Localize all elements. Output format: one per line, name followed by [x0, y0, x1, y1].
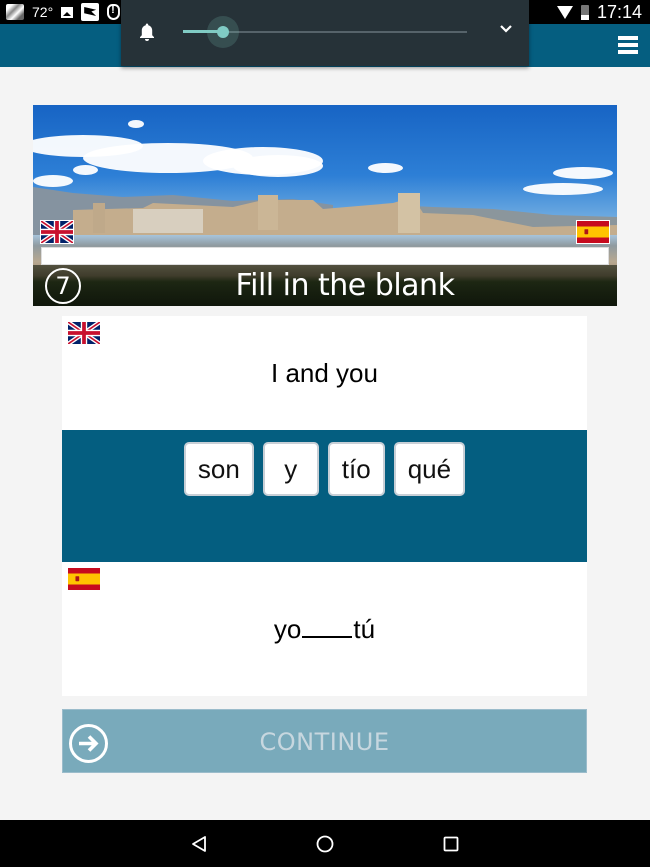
cat-app-icon	[6, 4, 24, 20]
shield-alert-icon	[107, 4, 121, 20]
landscape	[33, 187, 617, 235]
source-sentence: I and you	[271, 358, 378, 388]
continue-button[interactable]: CONTINUE	[62, 709, 587, 773]
word-option-tile[interactable]: son	[183, 442, 254, 496]
continue-label: CONTINUE	[259, 728, 390, 756]
lesson-progress-bar	[41, 247, 609, 265]
uk-flag-icon	[40, 220, 74, 244]
home-icon[interactable]	[315, 834, 335, 854]
target-sentence: yo tú	[62, 614, 587, 645]
spain-flag-icon	[68, 568, 100, 590]
word-option-tile[interactable]: y	[262, 442, 319, 496]
wifi-icon	[556, 5, 573, 19]
lesson-banner: 7 Fill in the blank	[33, 105, 617, 306]
source-sentence-card: I and you	[62, 316, 587, 430]
volume-slider[interactable]	[183, 16, 467, 48]
bell-icon[interactable]	[138, 22, 156, 42]
target-sentence-card: yo tú	[62, 562, 587, 696]
spain-flag-icon	[576, 220, 610, 244]
back-icon[interactable]	[189, 834, 209, 854]
word-option-tile[interactable]: tío	[327, 442, 385, 496]
battery-icon	[580, 4, 589, 20]
volume-panel	[121, 0, 529, 66]
status-bar-left: 72°	[6, 2, 121, 22]
uk-flag-icon	[68, 322, 100, 344]
flag-app-icon	[81, 3, 100, 21]
chevron-down-icon[interactable]	[499, 22, 513, 36]
target-word-after: tú	[353, 614, 376, 644]
system-nav-bar	[0, 820, 650, 867]
word-options-area: son y tío qué	[62, 430, 587, 562]
temperature-text: 72°	[32, 4, 54, 20]
target-word-before: yo	[273, 614, 302, 644]
hamburger-menu-icon[interactable]	[618, 36, 638, 54]
slider-thumb[interactable]	[216, 26, 229, 38]
word-option-tile[interactable]: qué	[393, 442, 466, 496]
recents-icon[interactable]	[441, 834, 461, 854]
word-options: son y tío qué	[62, 442, 587, 496]
clock: 17:14	[596, 1, 642, 22]
image-icon	[61, 6, 74, 18]
blank-slot[interactable]	[302, 616, 353, 638]
status-bar-right: 17:14	[556, 1, 642, 23]
exercise-title: Fill in the blank	[235, 268, 455, 303]
cloud	[128, 120, 144, 128]
